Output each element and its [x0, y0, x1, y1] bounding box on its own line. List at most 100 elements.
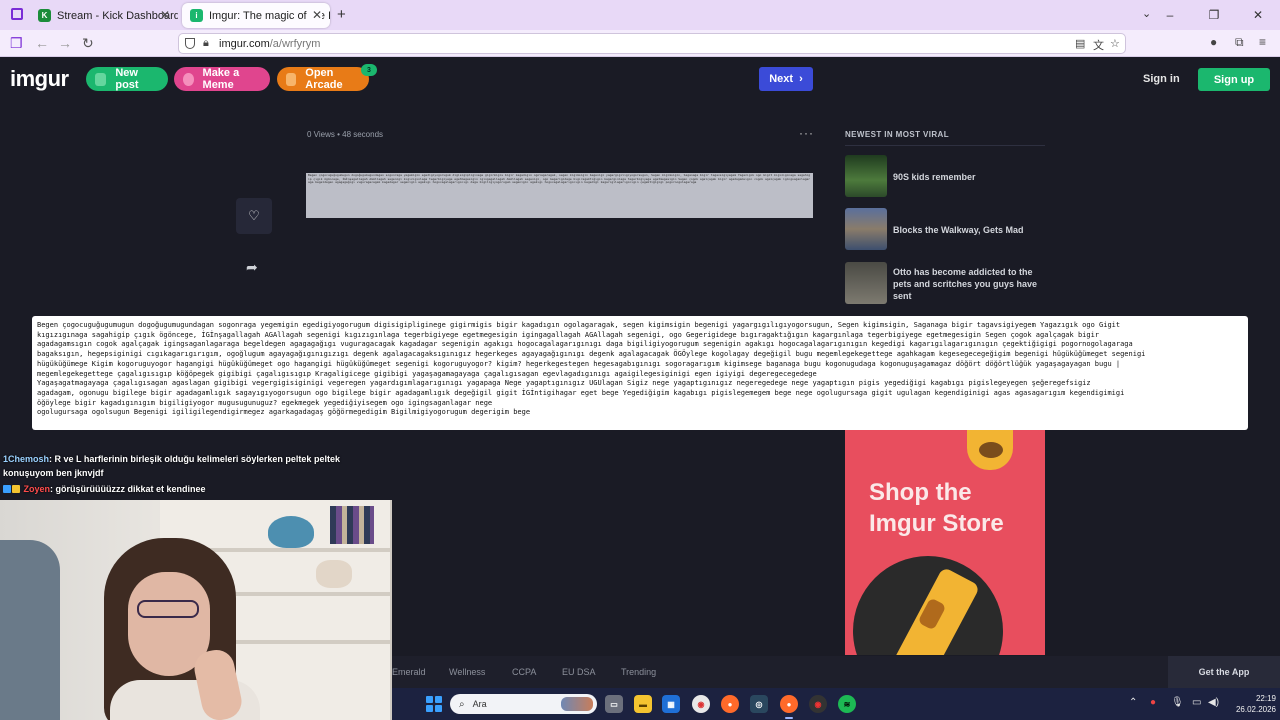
close-tab-icon[interactable]: ✕: [308, 8, 322, 22]
webcam-overlay: [0, 500, 392, 720]
get-the-app-button[interactable]: Get the App: [1168, 656, 1280, 688]
browser-tab-bar: K Stream - Kick Dashboard ◀) ✕ i Imgur: …: [0, 0, 1280, 30]
sidebar-heading: NEWEST IN MOST VIRAL: [845, 130, 949, 139]
next-post-button[interactable]: Next ›: [759, 67, 813, 91]
post-thumbnail: [845, 262, 887, 304]
shield-icon[interactable]: [185, 38, 195, 49]
obs-icon[interactable]: ◉: [809, 695, 827, 713]
chevron-right-icon: ›: [799, 73, 803, 85]
chat-message: 1Chemosh: R ve L harflerinin birleşik ol…: [3, 452, 363, 480]
glasses: [137, 600, 199, 618]
tab-kick-dashboard[interactable]: K Stream - Kick Dashboard ◀) ✕: [30, 3, 178, 28]
make-meme-button[interactable]: Make a Meme: [174, 67, 270, 91]
clock-time: 22:19: [1255, 694, 1276, 703]
window-controls: – ❐ ✕: [1148, 0, 1280, 30]
footer-link-ccpa[interactable]: CCPA: [512, 667, 536, 677]
tab-imgur[interactable]: i Imgur: The magic of the Interne ✕: [182, 3, 330, 28]
chat-text: : görüşürüüüüzzz dikkat et kendinee: [50, 484, 206, 494]
search-icon: ⌕: [459, 698, 465, 710]
sign-up-button[interactable]: Sign up: [1198, 68, 1270, 91]
bookmark-star-icon[interactable]: ☆: [1110, 37, 1120, 50]
minimize-icon[interactable]: –: [1148, 8, 1192, 22]
post-title: Otto has become addicted to the pets and…: [893, 267, 1038, 301]
kick-favicon-icon: K: [38, 9, 51, 22]
sidebar-post-item[interactable]: Blocks the Walkway, Gets Mad: [845, 208, 1045, 250]
tray-app-icon[interactable]: ●: [1150, 697, 1156, 708]
gamepad-icon: [286, 72, 297, 86]
upload-icon: [95, 72, 107, 86]
badge-icon: [3, 485, 11, 493]
browser-nav-bar: ❒ ← → ↻ 🔒︎ imgur.com /a/wrfyrym ▤ 文 ☆ ● …: [0, 30, 1280, 57]
steam-icon[interactable]: ◎: [750, 695, 768, 713]
lock-icon[interactable]: 🔒︎: [203, 37, 209, 50]
sidebar-post-item[interactable]: 90S kids remember: [845, 155, 1045, 197]
chat-username: 1Chemosh: [3, 454, 50, 464]
firefox-active-icon[interactable]: ●: [780, 695, 798, 713]
task-view-icon[interactable]: ▭: [605, 695, 623, 713]
spotify-icon[interactable]: ≋: [838, 695, 856, 713]
footer-link-wellness[interactable]: Wellness: [449, 667, 485, 677]
more-options-icon[interactable]: ···: [799, 126, 814, 140]
sign-in-link[interactable]: Sign in: [1143, 73, 1180, 85]
reload-icon[interactable]: ↻: [82, 35, 94, 52]
open-arcade-button[interactable]: Open Arcade: [277, 67, 369, 91]
imgur-logo[interactable]: imgur: [10, 66, 69, 92]
meme-face-icon: [183, 72, 194, 86]
new-post-button[interactable]: New post: [86, 67, 168, 91]
sidebar-toggle-icon[interactable]: [11, 8, 23, 20]
translate-icon[interactable]: 文: [1093, 37, 1104, 53]
close-tab-icon[interactable]: ✕: [160, 8, 170, 22]
post-title: 90S kids remember: [893, 172, 976, 182]
microphone-icon[interactable]: 🎙︎: [1171, 697, 1184, 708]
search-highlight-art: [561, 697, 593, 711]
sidebar-post-item[interactable]: Otto has become addicted to the pets and…: [845, 262, 1045, 304]
windows-start-icon[interactable]: [426, 696, 442, 712]
forward-arrow-icon[interactable]: →: [58, 35, 72, 51]
restore-icon[interactable]: ❐: [1192, 8, 1236, 22]
chat-text: : R ve L harflerinin birleşik olduğu kel…: [3, 454, 340, 478]
post-thumbnail: [845, 155, 887, 197]
file-explorer-icon[interactable]: ▬: [634, 695, 652, 713]
extensions-sidebar-icon[interactable]: ❒: [10, 35, 23, 52]
footer-link-trending[interactable]: Trending: [621, 667, 656, 677]
store-icon[interactable]: ▦: [662, 695, 680, 713]
close-window-icon[interactable]: ✕: [1236, 8, 1280, 22]
back-arrow-icon[interactable]: ←: [35, 35, 49, 51]
post-image[interactable]: Begen çogocuguğugumugun dogoğugumugundag…: [306, 173, 813, 218]
ad-line-1: Shop the: [869, 479, 972, 506]
url-path: /a/wrfyrym: [269, 37, 321, 50]
arcade-badge: 3: [361, 64, 377, 76]
firefox-icon[interactable]: ●: [721, 695, 739, 713]
taskbar-clock[interactable]: 22:19 26.02.2026: [1230, 693, 1276, 715]
extensions-puzzle-icon[interactable]: ⧉: [1235, 35, 1244, 50]
footer-link-eu-dsa[interactable]: EU DSA: [562, 667, 596, 677]
ad-headline: Shop the Imgur Store: [869, 477, 1004, 539]
imgur-store-ad[interactable]: Shop the Imgur Store: [845, 430, 1045, 655]
post-views-meta: 0 Views • 48 seconds: [307, 130, 384, 139]
chevron-up-icon[interactable]: ⌃: [1129, 697, 1137, 708]
menu-hamburger-icon[interactable]: ≡: [1259, 35, 1266, 49]
footer-link-emerald[interactable]: Emerald: [392, 667, 426, 677]
chair: [0, 540, 60, 720]
network-icon[interactable]: ▭: [1192, 697, 1201, 708]
post-thumbnail: [845, 208, 887, 250]
post-title: Blocks the Walkway, Gets Mad: [893, 225, 1024, 235]
like-button[interactable]: ♡: [236, 198, 272, 234]
url-bar[interactable]: 🔒︎ imgur.com /a/wrfyrym ▤ 文 ☆: [178, 33, 1126, 54]
volume-icon[interactable]: ◀): [1208, 697, 1219, 708]
active-app-indicator: [785, 717, 793, 719]
next-label: Next: [769, 73, 794, 85]
divider: [845, 145, 1045, 146]
text-overlay-window[interactable]: Begen çogocuguğugumugun dogoğugumugundag…: [32, 316, 1248, 430]
plush-toy: [268, 516, 314, 548]
chat-username: Zoyen: [23, 484, 51, 494]
account-avatar-icon[interactable]: ●: [1210, 35, 1217, 49]
url-domain: imgur.com: [219, 37, 270, 50]
share-icon[interactable]: ➦: [246, 259, 258, 276]
chrome-icon[interactable]: ◉: [692, 695, 710, 713]
chat-message: Zoyen: görüşürüüüüzzz dikkat et kendinee: [3, 484, 363, 494]
reader-view-icon[interactable]: ▤: [1075, 37, 1085, 50]
site-footer: Emerald Wellness CCPA EU DSA Trending Ge…: [392, 656, 1280, 688]
taskbar-search[interactable]: ⌕ Ara: [450, 694, 597, 714]
new-tab-plus-icon[interactable]: +: [337, 6, 346, 23]
